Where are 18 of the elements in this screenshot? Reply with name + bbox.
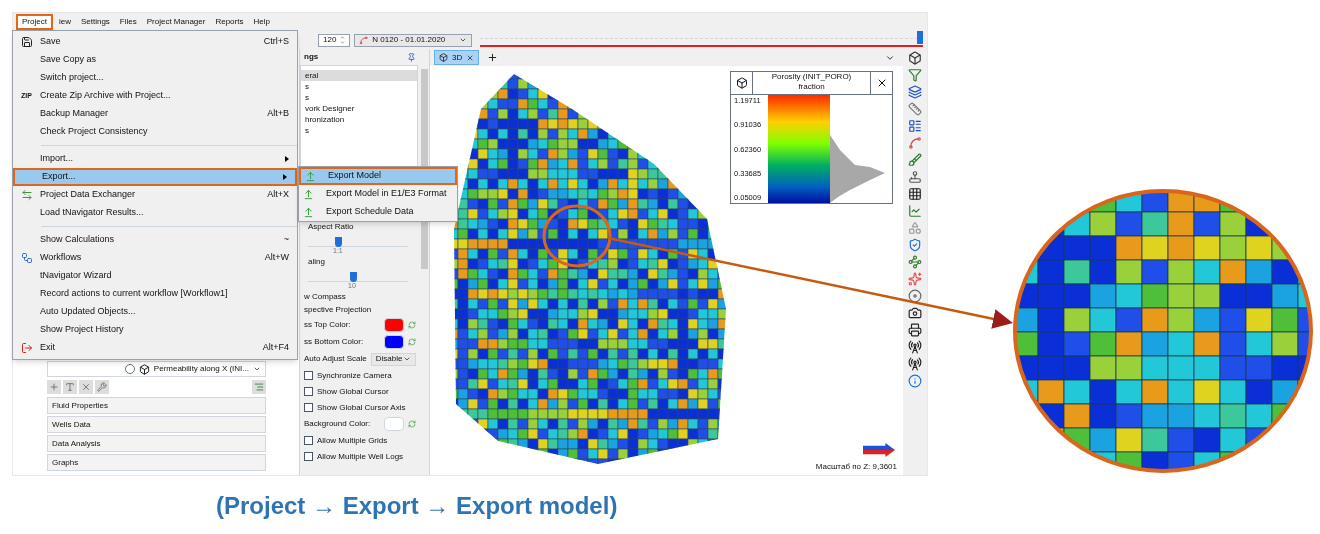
- slider-label: Aspect Ratio: [308, 221, 355, 233]
- checkbox-label: Show Global Cursor Axis: [317, 401, 406, 414]
- checkbox-label: Synchronize Camera: [317, 369, 392, 382]
- option-label: ss Bottom Color:: [304, 336, 365, 348]
- slider-label: aling: [308, 256, 326, 268]
- option-label: spective Projection: [303, 304, 373, 316]
- status-text: Масштаб по Z: 9,3601: [815, 461, 897, 473]
- option-label: w Compass: [303, 291, 347, 303]
- option-label: ss Top Color:: [304, 319, 352, 331]
- option-label: Background Color:: [304, 418, 372, 430]
- panel-title: ngs: [304, 51, 319, 63]
- option-label: Auto Adjust Scale: [304, 353, 367, 365]
- caption: (Project → Export → Export model): [216, 491, 618, 521]
- checkbox-label: Allow Multiple Well Logs: [317, 450, 404, 463]
- checkbox-label: Show Global Cursor: [317, 385, 389, 398]
- legend-title: Porosity (INIT_PORO): [771, 72, 852, 82]
- checkbox-label: Allow Multiple Grids: [317, 434, 388, 447]
- legend-unit: fraction: [798, 82, 825, 92]
